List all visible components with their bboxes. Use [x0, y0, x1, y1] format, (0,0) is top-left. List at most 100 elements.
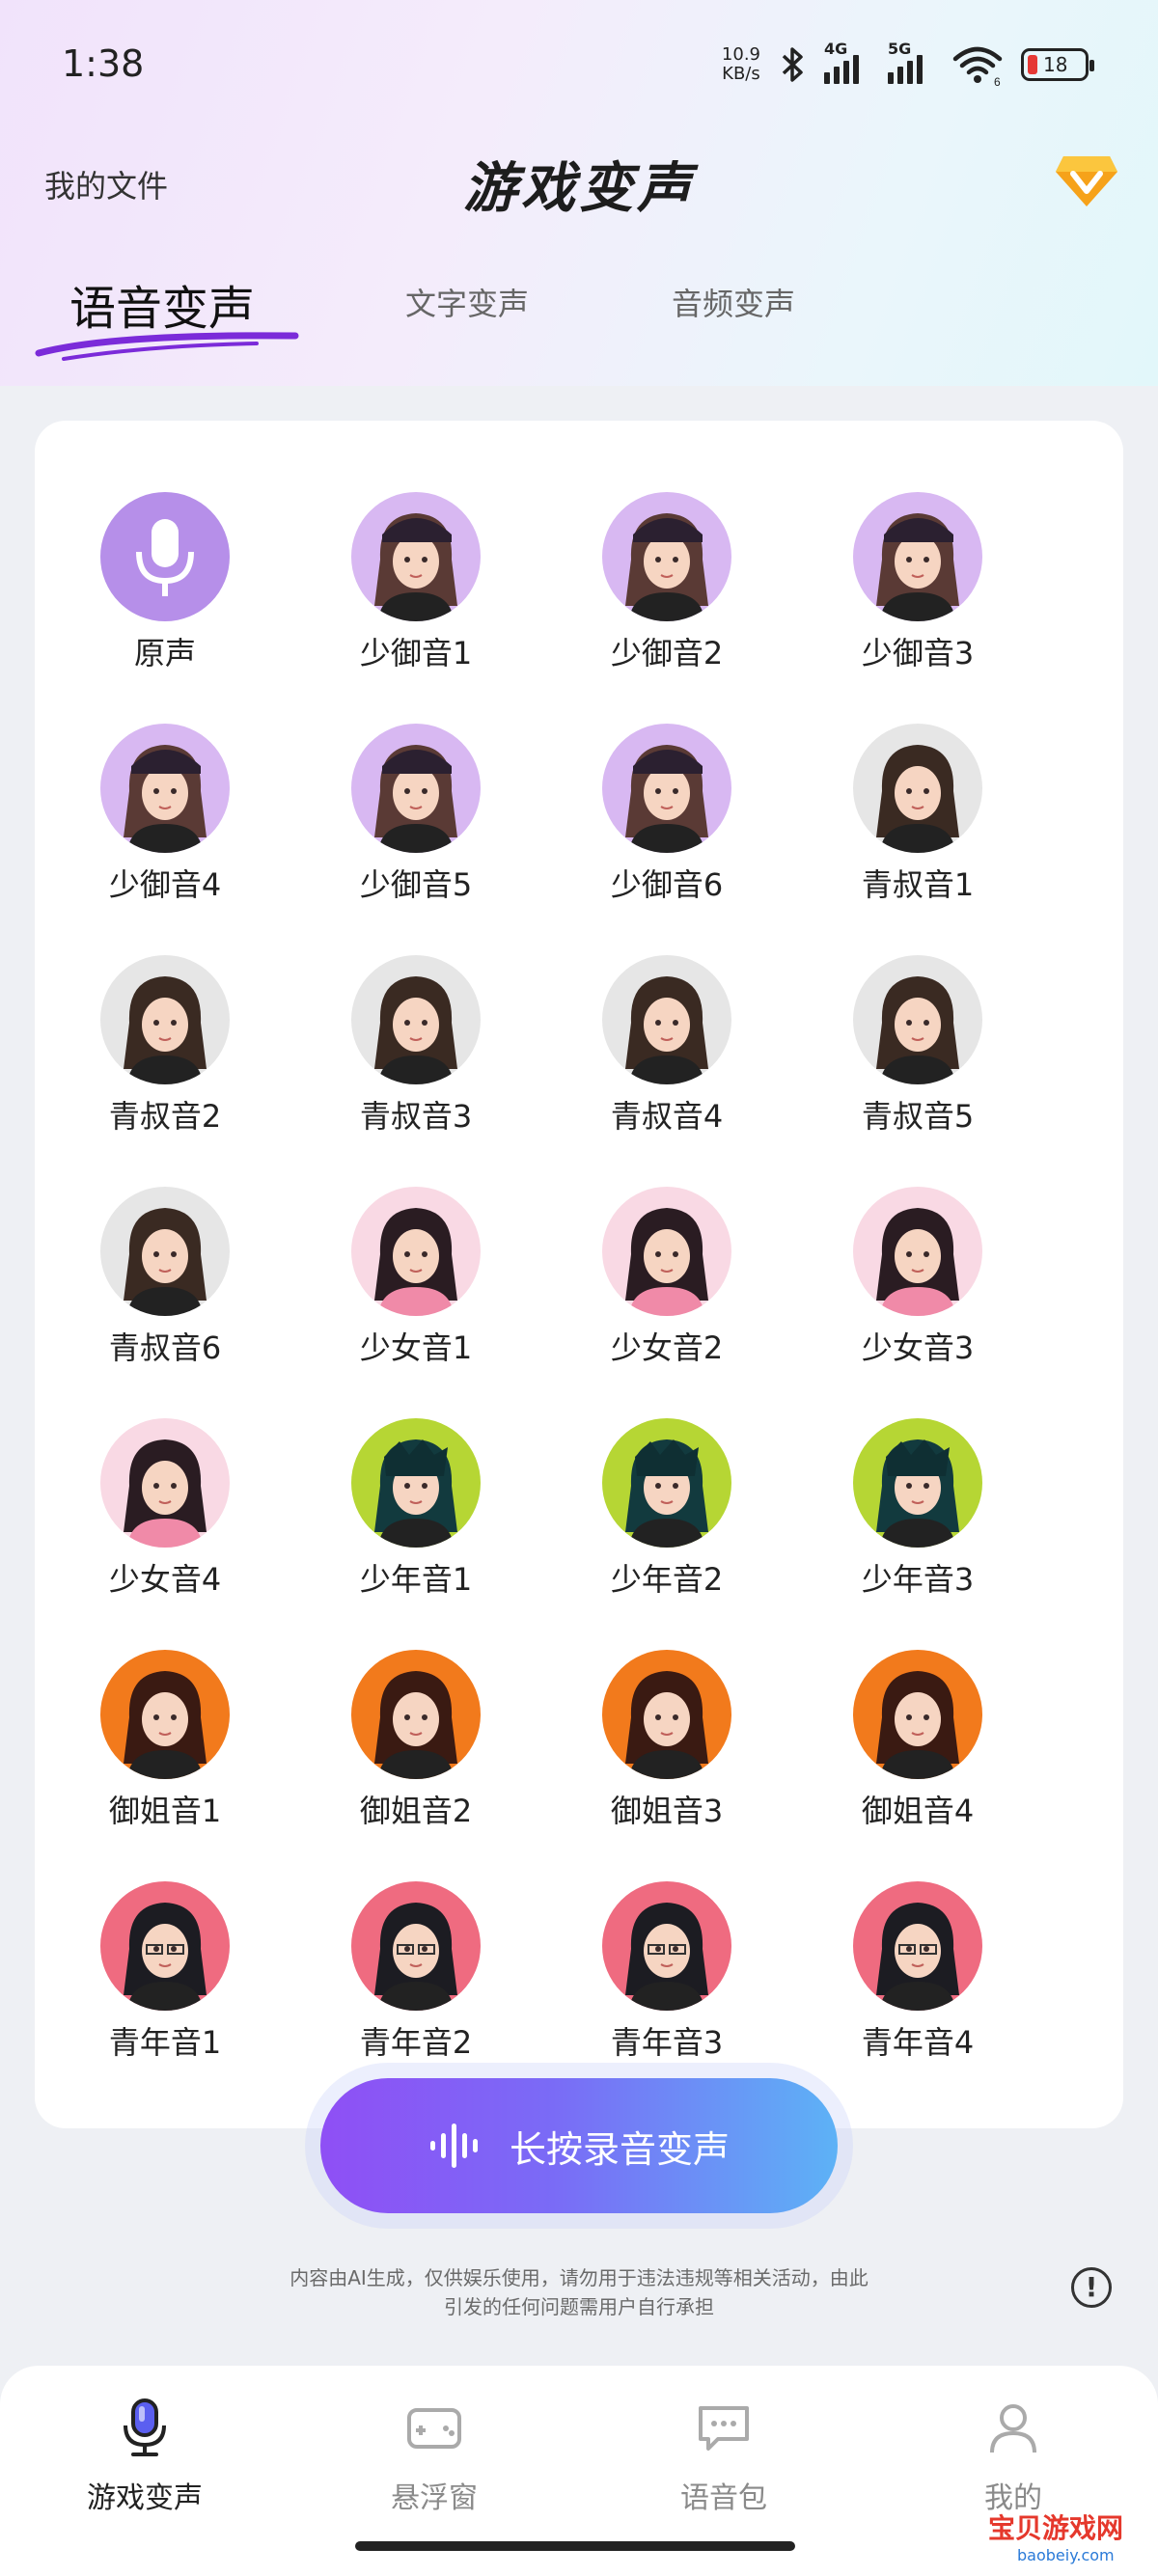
- battery-icon: 18: [1021, 48, 1094, 81]
- microphone-icon: [136, 519, 194, 596]
- nav-floating-window[interactable]: 悬浮窗: [338, 2397, 531, 2516]
- nav-voice-pack[interactable]: 语音包: [627, 2397, 820, 2516]
- voice-option-label: 少御音1: [359, 635, 473, 671]
- voice-option[interactable]: 少御音5: [319, 724, 512, 917]
- voice-avatar: [100, 955, 230, 1084]
- voice-option[interactable]: 少年音2: [570, 1418, 763, 1611]
- voice-avatar: [853, 1650, 982, 1779]
- voice-option-label: 御姐音2: [359, 1793, 473, 1829]
- voice-avatar: [351, 492, 481, 621]
- voice-option-label: 少年音3: [861, 1561, 975, 1598]
- net-speed: 10.9 KB/s: [721, 44, 760, 84]
- voice-option[interactable]: 御姐音2: [319, 1650, 512, 1843]
- voice-option[interactable]: 青年音3: [570, 1881, 763, 2074]
- voice-option[interactable]: 少女音2: [570, 1187, 763, 1380]
- tab-text-change[interactable]: 文字变声: [405, 280, 529, 324]
- nav-game-voice[interactable]: 游戏变声: [48, 2397, 241, 2516]
- voice-avatar: [853, 1187, 982, 1316]
- character-portrait-icon: [374, 976, 457, 1084]
- voice-option[interactable]: 青叔音5: [821, 955, 1014, 1148]
- site-watermark-logo: 宝贝游戏网 baobeiy.com: [969, 2503, 1152, 2570]
- character-portrait-icon: [625, 1439, 708, 1548]
- voice-option-label: 少女音3: [861, 1329, 975, 1366]
- voice-option-label: 少年音2: [610, 1561, 724, 1598]
- wifi-icon: 6: [952, 46, 1003, 86]
- voice-avatar: [602, 492, 731, 621]
- character-portrait-icon: [374, 1439, 457, 1548]
- voice-avatar: [100, 1418, 230, 1548]
- voice-avatar: [100, 1881, 230, 2011]
- vip-diamond-icon[interactable]: [1054, 152, 1119, 210]
- tab-audio-change[interactable]: 音频变声: [672, 280, 795, 324]
- voice-option[interactable]: 青叔音3: [319, 955, 512, 1148]
- character-portrait-icon: [124, 1903, 207, 2011]
- voice-option[interactable]: 少女音3: [821, 1187, 1014, 1380]
- character-portrait-icon: [876, 513, 959, 621]
- voice-option-label: 青叔音1: [861, 866, 975, 903]
- character-portrait-icon: [124, 1671, 207, 1779]
- voice-avatar: [602, 1187, 731, 1316]
- character-portrait-icon: [374, 1208, 457, 1316]
- person-icon: [990, 2404, 1036, 2453]
- mode-tabs: 语音变声 文字变声 音频变声: [0, 260, 1158, 367]
- microphone-icon: [124, 2398, 166, 2456]
- voice-option-label: 青年音4: [861, 2024, 975, 2061]
- nav-profile[interactable]: 我的: [917, 2397, 1110, 2516]
- voice-option[interactable]: 青年音4: [821, 1881, 1014, 2074]
- character-portrait-icon: [625, 1671, 708, 1779]
- voice-option[interactable]: 青叔音2: [69, 955, 262, 1148]
- voice-option[interactable]: 少御音3: [821, 492, 1014, 685]
- voice-option[interactable]: 原声: [69, 492, 262, 685]
- info-icon[interactable]: !: [1071, 2267, 1112, 2308]
- record-button-halo: 长按录音变声: [305, 2063, 853, 2229]
- voice-option-label: 少御音3: [861, 635, 975, 671]
- voice-option[interactable]: 御姐音3: [570, 1650, 763, 1843]
- voice-option[interactable]: 少年音1: [319, 1418, 512, 1611]
- gamepad-icon: [407, 2408, 461, 2449]
- character-portrait-icon: [625, 745, 708, 853]
- active-tab-underline: [35, 332, 299, 361]
- voice-option[interactable]: 青年音2: [319, 1881, 512, 2074]
- character-portrait-icon: [876, 1671, 959, 1779]
- voice-avatar: [853, 492, 982, 621]
- voice-option[interactable]: 少年音3: [821, 1418, 1014, 1611]
- voice-avatar: [100, 724, 230, 853]
- voice-avatar: [602, 1418, 731, 1548]
- voice-option-label: 青年音3: [610, 2024, 724, 2061]
- voice-option[interactable]: 少女音4: [69, 1418, 262, 1611]
- voice-option[interactable]: 少御音2: [570, 492, 763, 685]
- character-portrait-icon: [876, 1439, 959, 1548]
- voice-option[interactable]: 少御音6: [570, 724, 763, 917]
- chat-bubble-icon: [699, 2406, 749, 2451]
- voice-avatar: [351, 1187, 481, 1316]
- voice-option[interactable]: 少御音1: [319, 492, 512, 685]
- voice-option-label: 原声: [133, 635, 196, 671]
- voice-avatar: [853, 1881, 982, 2011]
- voice-option[interactable]: 御姐音4: [821, 1650, 1014, 1843]
- voice-option[interactable]: 青叔音6: [69, 1187, 262, 1380]
- voice-avatar: [853, 1418, 982, 1548]
- character-portrait-icon: [374, 745, 457, 853]
- voice-option-label: 少女音4: [108, 1561, 222, 1598]
- status-icons: 10.9 KB/s 4G 5G 6 18: [721, 39, 1094, 91]
- voice-option[interactable]: 青叔音1: [821, 724, 1014, 917]
- character-portrait-icon: [876, 1208, 959, 1316]
- record-voice-button[interactable]: 长按录音变声: [320, 2078, 838, 2213]
- character-portrait-icon: [124, 976, 207, 1084]
- voice-avatar: [351, 955, 481, 1084]
- voice-option-label: 御姐音4: [861, 1793, 975, 1829]
- voice-avatar: [853, 955, 982, 1084]
- voice-option-label: 青叔音3: [359, 1098, 473, 1135]
- voice-avatar: [351, 724, 481, 853]
- voice-option[interactable]: 少女音1: [319, 1187, 512, 1380]
- record-button-label: 长按录音变声: [509, 2127, 730, 2171]
- voice-avatar: [100, 1650, 230, 1779]
- character-portrait-icon: [374, 1671, 457, 1779]
- waveform-icon: [429, 2124, 478, 2168]
- voice-option[interactable]: 御姐音1: [69, 1650, 262, 1843]
- page-title: 游戏变声: [463, 157, 695, 220]
- voice-option[interactable]: 少御音4: [69, 724, 262, 917]
- voice-option-label: 少女音2: [610, 1329, 724, 1366]
- voice-option[interactable]: 青年音1: [69, 1881, 262, 2074]
- voice-option[interactable]: 青叔音4: [570, 955, 763, 1148]
